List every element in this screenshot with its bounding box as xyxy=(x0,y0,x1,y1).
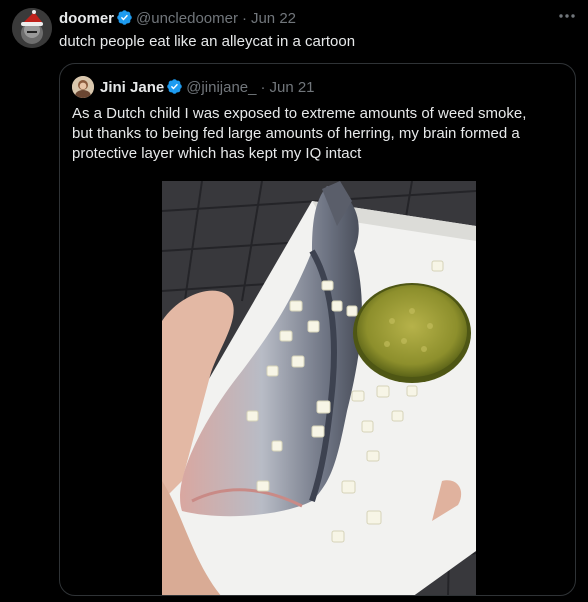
herring-photo-image xyxy=(162,181,476,595)
herring-photo[interactable] xyxy=(162,181,476,595)
quote-timestamp[interactable]: Jun 21 xyxy=(269,79,314,96)
more-options-button[interactable] xyxy=(555,6,579,26)
timestamp[interactable]: Jun 22 xyxy=(251,10,296,27)
quote-text: As a Dutch child I was exposed to extrem… xyxy=(72,105,527,162)
separator: · xyxy=(241,10,247,27)
tweet[interactable]: doomer @uncledoomer · Jun 22 dutch people e… xyxy=(0,0,588,602)
author-handle[interactable]: @uncledoomer xyxy=(136,10,238,27)
quote-avatar[interactable] xyxy=(72,76,94,98)
quote-author-name[interactable]: Jini Jane xyxy=(100,79,164,96)
separator: · xyxy=(260,79,266,96)
tweet-header: doomer @uncledoomer · Jun 22 xyxy=(59,9,296,32)
avatar-image xyxy=(12,8,52,48)
ellipsis-icon xyxy=(559,14,575,18)
quoted-tweet[interactable]: Jini Jane @jinijane_ · Jun 21 As a Dutch ch… xyxy=(59,63,576,596)
verified-badge-icon xyxy=(166,78,183,101)
tweet-text: dutch people eat like an alleycat in a c… xyxy=(59,33,356,50)
quote-author-handle[interactable]: @jinijane_ xyxy=(186,79,256,96)
verified-badge-icon xyxy=(116,9,133,32)
avatar[interactable] xyxy=(12,8,52,48)
author-name[interactable]: doomer xyxy=(59,10,114,27)
quote-header: Jini Jane @jinijane_ · Jun 21 xyxy=(100,78,315,101)
quote-avatar-image xyxy=(72,76,94,98)
